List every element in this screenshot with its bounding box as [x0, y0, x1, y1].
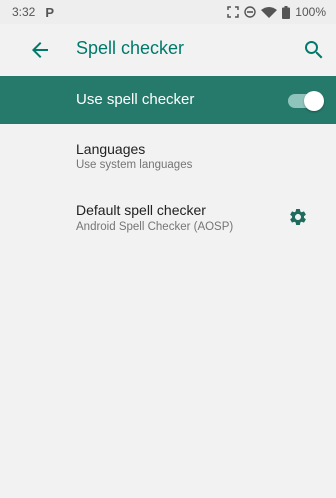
status-icons: 100%	[227, 5, 326, 19]
wifi-icon	[261, 7, 278, 18]
languages-summary: Use system languages	[76, 159, 193, 171]
app-bar: Spell checker	[0, 24, 336, 76]
default-spell-checker-summary: Android Spell Checker (AOSP)	[76, 221, 234, 233]
battery-icon	[282, 5, 291, 19]
page-title: Spell checker	[76, 38, 185, 58]
screenshot-icon	[227, 6, 240, 18]
status-bar: 3:32 P 100%	[0, 0, 336, 24]
gear-icon[interactable]	[288, 207, 308, 227]
default-spell-checker-title: Default spell checker	[76, 202, 206, 218]
languages-title: Languages	[76, 141, 146, 157]
languages-preference[interactable]: Languages Use system languages	[0, 124, 336, 180]
back-arrow-icon[interactable]	[28, 38, 52, 62]
use-spell-checker-row[interactable]: Use spell checker	[0, 76, 336, 124]
notification-p-icon: P	[45, 4, 55, 20]
status-time: 3:32	[12, 5, 36, 19]
switch-thumb	[304, 91, 324, 111]
use-spell-checker-label: Use spell checker	[76, 91, 195, 108]
do-not-disturb-icon	[244, 6, 256, 18]
use-spell-checker-switch[interactable]	[288, 91, 324, 111]
default-spell-checker-preference[interactable]: Default spell checker Android Spell Chec…	[0, 192, 336, 252]
battery-percent: 100%	[295, 5, 326, 19]
search-icon[interactable]	[302, 38, 326, 62]
